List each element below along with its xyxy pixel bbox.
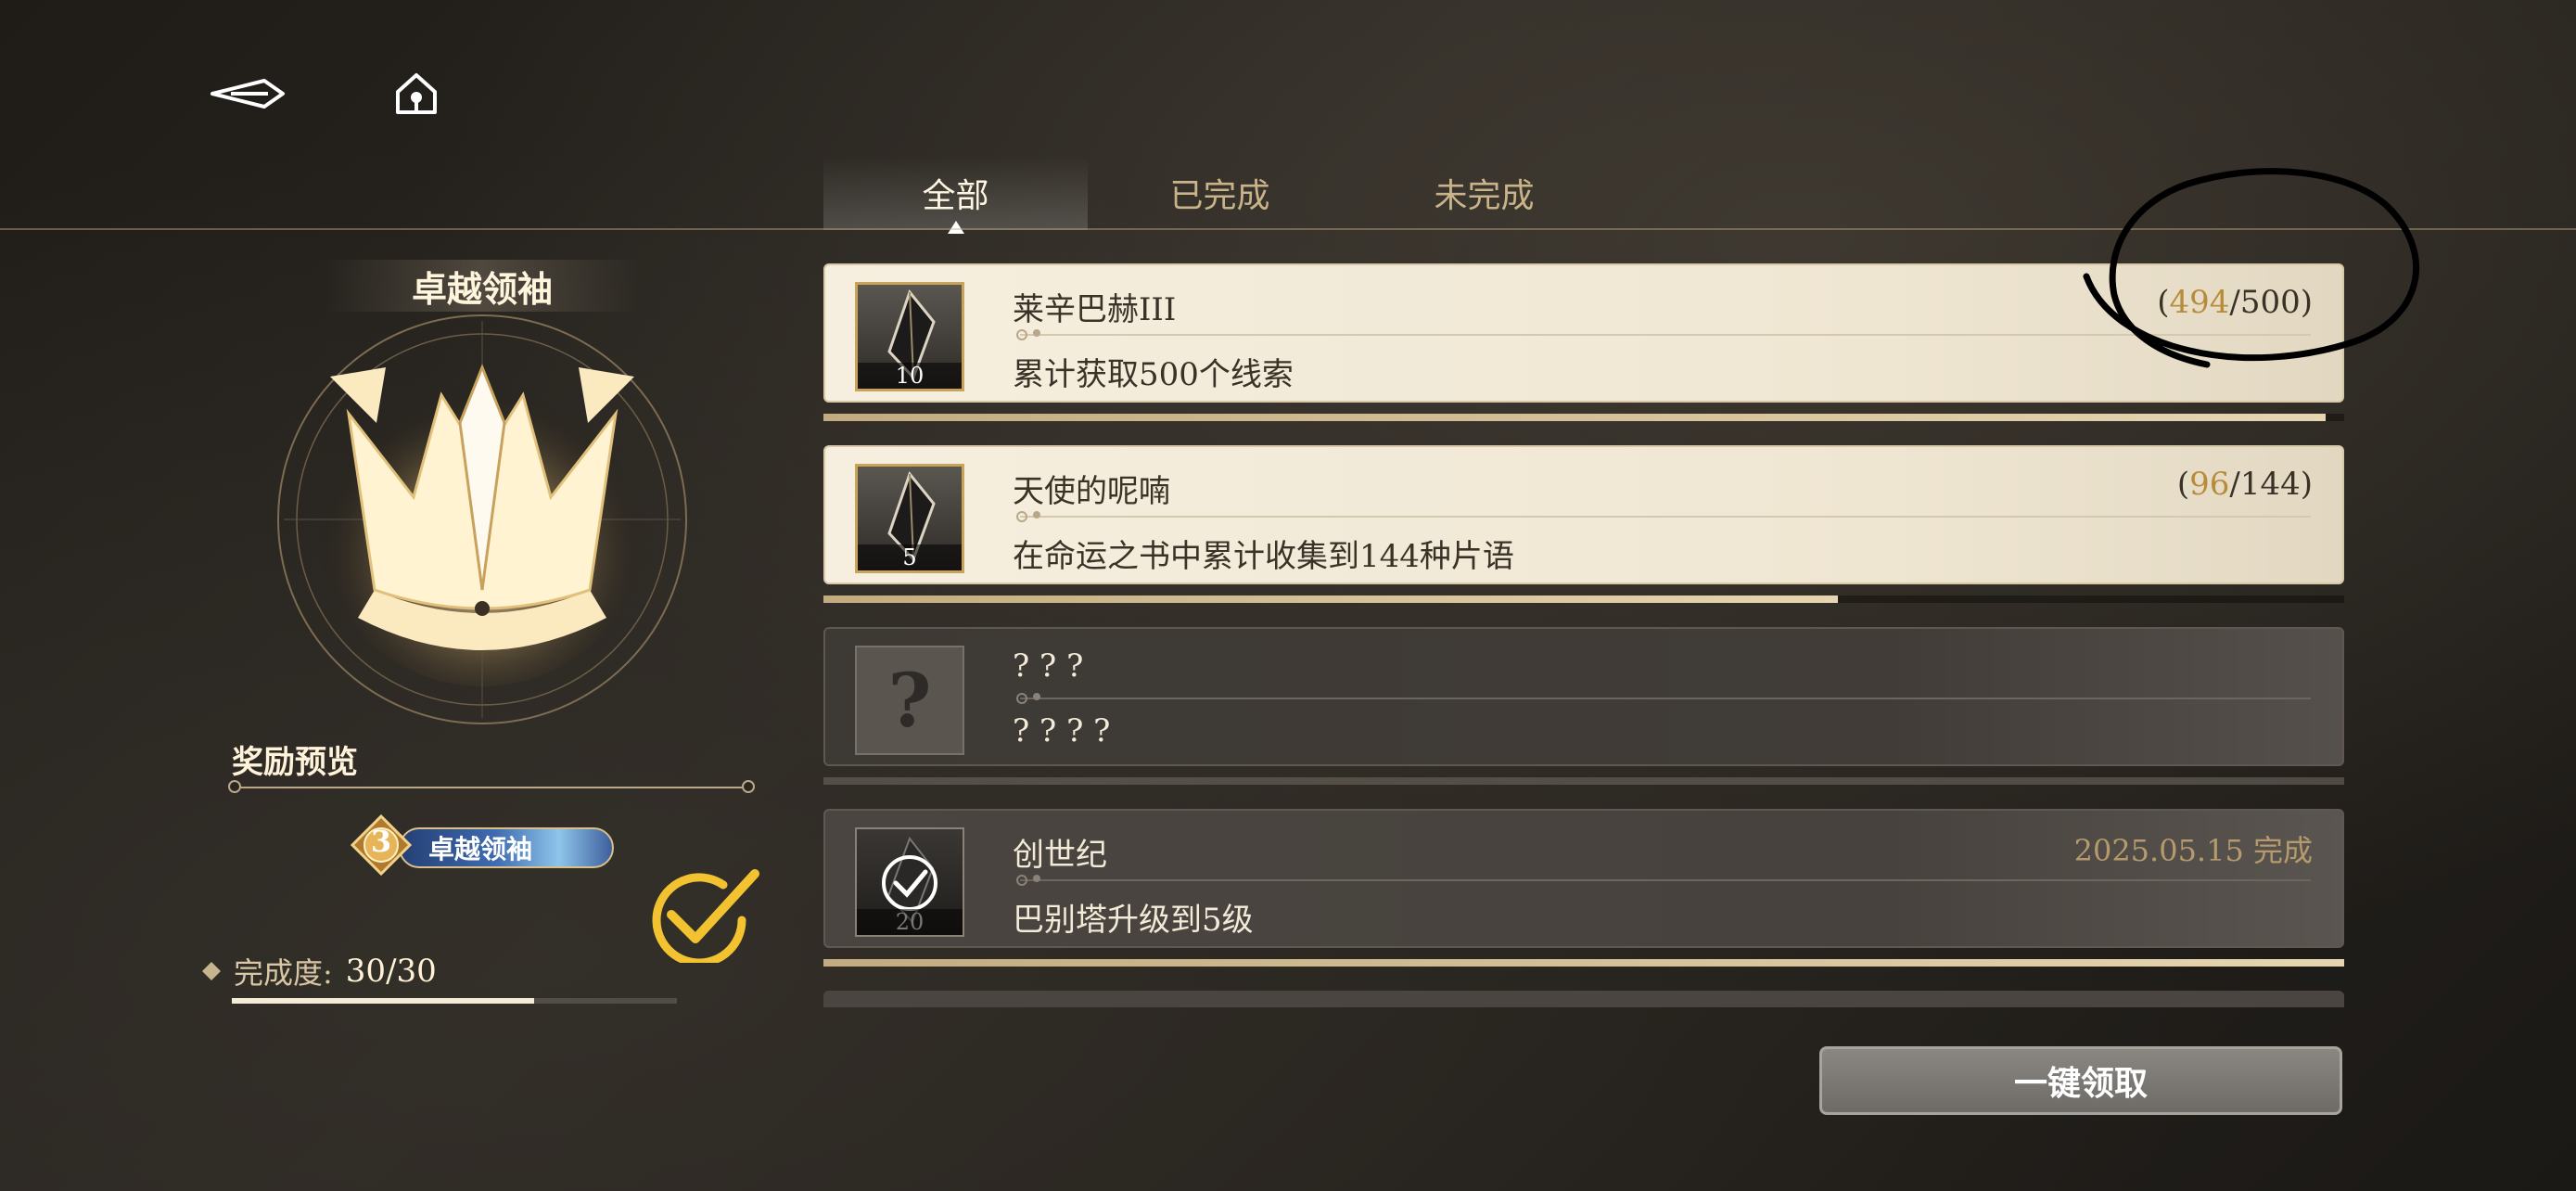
- task-progress-count: (96/144): [2176, 466, 2313, 503]
- back-arrow-icon: [210, 79, 285, 109]
- task-reward-thumb: 20: [855, 827, 964, 937]
- divider-dot: [1016, 511, 1027, 522]
- completion-progress: 完成度: 30/30: [202, 950, 437, 992]
- home-icon: [396, 73, 437, 114]
- completion-fill: [232, 998, 534, 1004]
- divider-dot: [1033, 329, 1040, 337]
- diamond-icon: [202, 962, 221, 980]
- reward-count: 20: [857, 909, 963, 935]
- task-progress-bar: [823, 414, 2327, 421]
- task-progress-bar: [823, 959, 2344, 967]
- task-divider: [1020, 879, 2311, 881]
- divider-dot: [1016, 693, 1027, 704]
- completion-date: 2025.05.15 完成: [2073, 833, 2313, 868]
- task-divider: [1020, 516, 2311, 518]
- annotation-circle: [2083, 168, 2420, 368]
- divider-dot: [1033, 511, 1040, 519]
- reward-count: 10: [858, 363, 962, 389]
- question-mark-icon: ?: [887, 657, 932, 744]
- task-name: 莱辛巴赫III: [1013, 291, 1177, 328]
- task-reward-thumb: 5: [855, 464, 964, 573]
- task-divider: [1020, 698, 2311, 699]
- claim-all-button[interactable]: 一键领取: [1819, 1046, 2342, 1115]
- back-button[interactable]: [206, 61, 289, 126]
- divider-dot: [1033, 875, 1040, 882]
- section-divider: [232, 787, 751, 788]
- reward-item[interactable]: 卓越领袖: [399, 827, 614, 868]
- task-description: 巴别塔升级到5级: [1013, 902, 1254, 939]
- reward-badge: 3: [350, 813, 413, 877]
- divider-dot: [742, 780, 755, 793]
- divider-dot: [1016, 875, 1027, 886]
- reward-preview-title: 奖励预览: [232, 744, 358, 781]
- task-description: ? ? ? ?: [1013, 712, 1111, 749]
- divider-dot: [228, 780, 241, 793]
- reward-count: 3: [370, 824, 392, 859]
- task-description: 累计获取500个线索: [1013, 356, 1294, 393]
- check-circle-icon: [652, 869, 759, 963]
- task-card[interactable]: 5 天使的呢喃 在命运之书中累计收集到144种片语 (96/144): [823, 445, 2344, 584]
- task-name: ? ? ?: [1013, 647, 1084, 685]
- task-card-locked[interactable]: ? ? ? ? ? ? ? ?: [823, 627, 2344, 766]
- task-reward-thumb: 10: [855, 282, 964, 391]
- locked-thumb: ?: [855, 646, 964, 755]
- tab-incomplete[interactable]: 未完成: [1352, 156, 1616, 230]
- tab-completed[interactable]: 已完成: [1088, 156, 1352, 230]
- task-name: 创世纪: [1013, 837, 1107, 874]
- task-progress-track: [823, 777, 2344, 785]
- task-card-completed[interactable]: 20 创世纪 巴别塔升级到5级 2025.05.15 完成: [823, 809, 2344, 948]
- tab-all[interactable]: 全部: [823, 156, 1088, 234]
- task-card-partial: [823, 991, 2344, 1007]
- reward-count: 5: [858, 544, 962, 570]
- divider-dot: [1016, 329, 1027, 340]
- achievement-title: 卓越领袖: [325, 260, 640, 312]
- divider-dot: [1033, 693, 1040, 700]
- task-name: 天使的呢喃: [1013, 473, 1170, 510]
- task-description: 在命运之书中累计收集到144种片语: [1013, 538, 1514, 575]
- crown-icon: [277, 314, 687, 724]
- home-button[interactable]: [375, 61, 458, 126]
- task-progress-bar: [823, 596, 1838, 603]
